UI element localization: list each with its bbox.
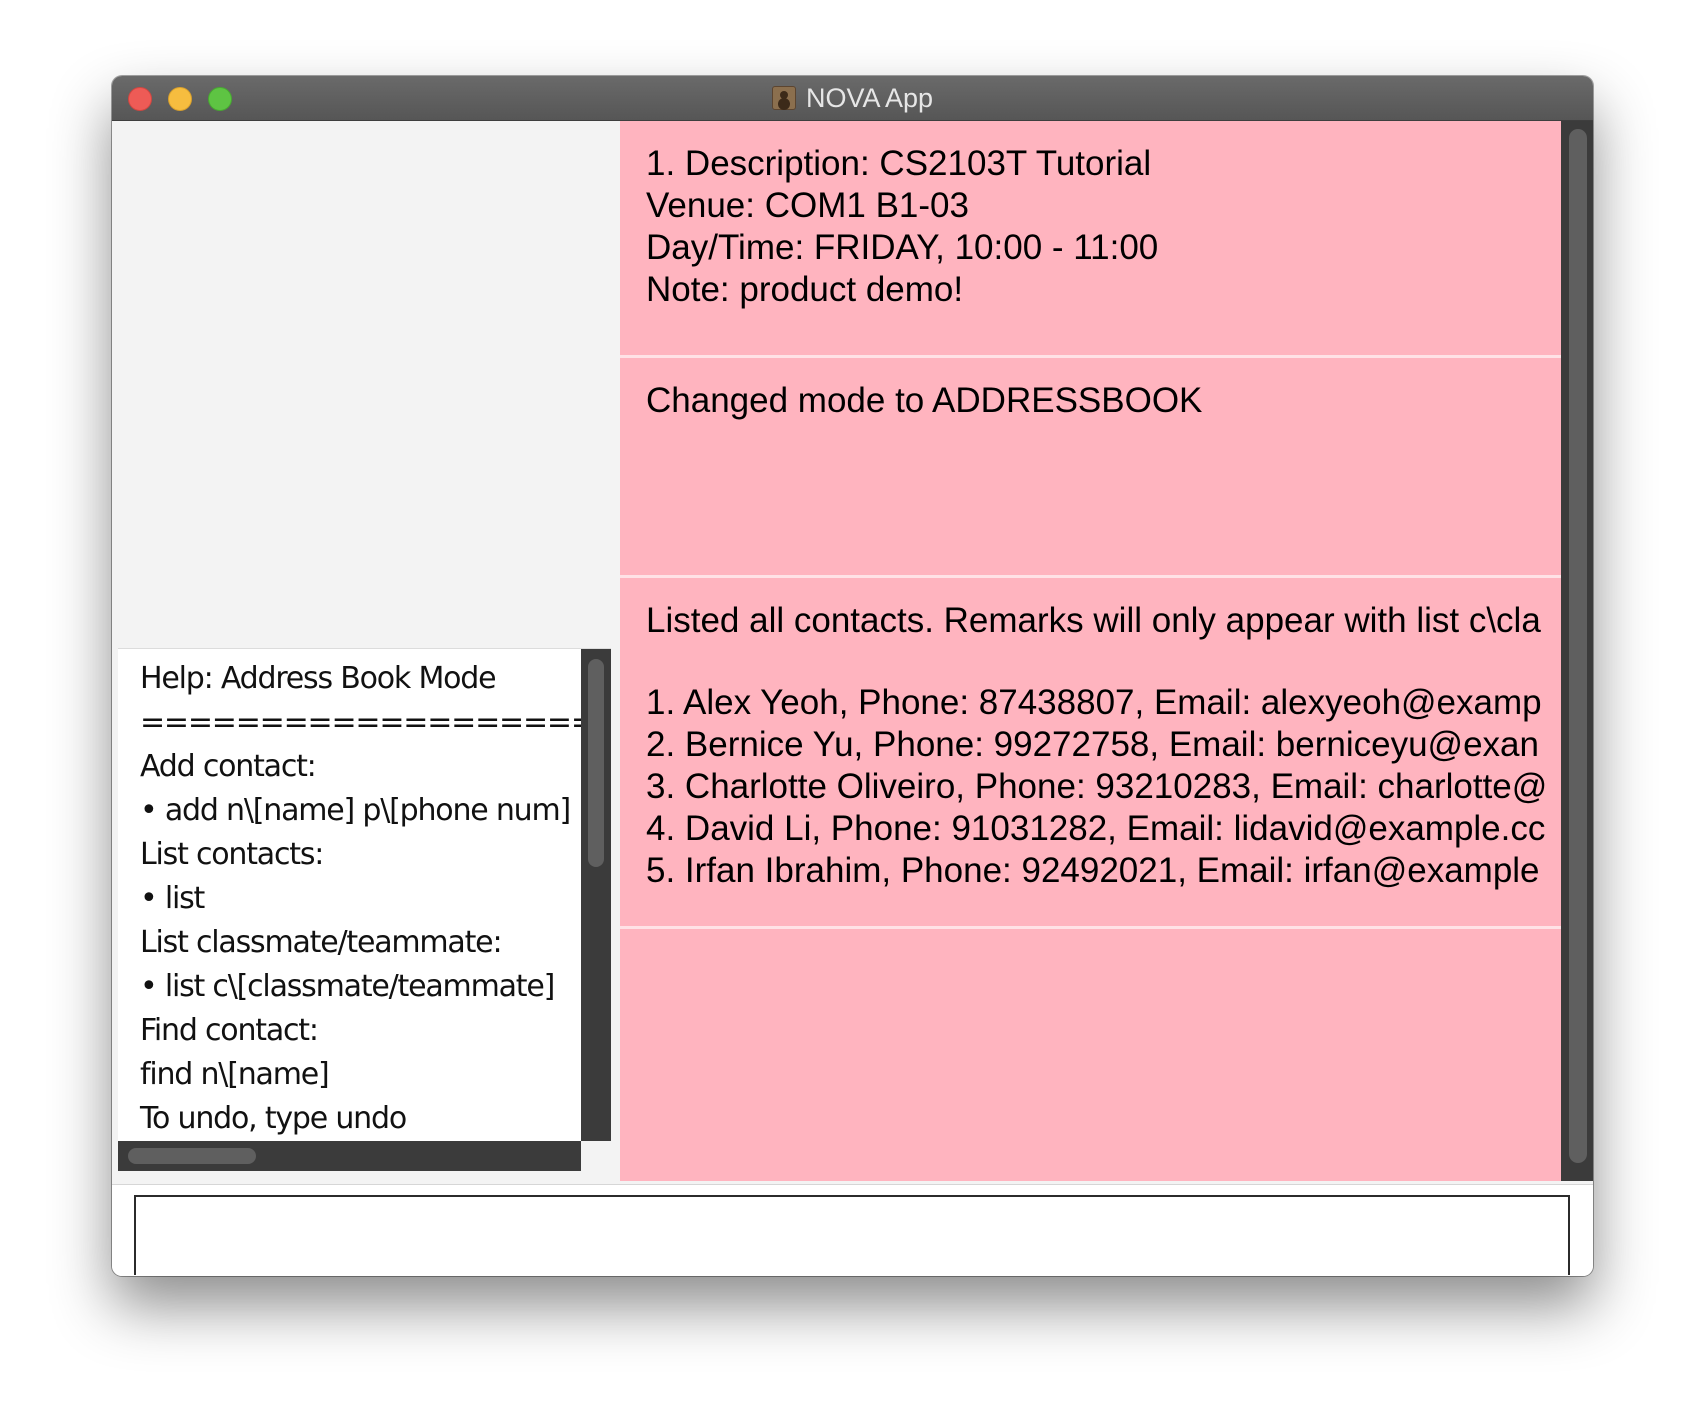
- event-day-time: Day/Time: FRIDAY, 10:00 - 11:00: [646, 228, 1159, 267]
- contact-entry: 4. David Li, Phone: 91031282, Email: lid…: [646, 809, 1546, 848]
- help-line: List contacts:: [140, 837, 324, 872]
- title-bar: NOVA App: [112, 76, 1593, 121]
- result-card-event[interactable]: 1. Description: CS2103T Tutorial Venue: …: [620, 121, 1565, 358]
- help-line: Find contact:: [140, 1013, 319, 1048]
- help-line: List classmate/teammate:: [140, 925, 503, 960]
- help-line: Add contact:: [140, 749, 317, 784]
- result-card-text: Changed mode to ADDRESSBOOK: [646, 380, 1202, 422]
- result-card-empty[interactable]: [620, 929, 1565, 1181]
- help-line: To undo, type undo: [140, 1101, 407, 1136]
- help-divider: ===================: [140, 705, 596, 740]
- contact-entry: 3. Charlotte Oliveiro, Phone: 93210283, …: [646, 767, 1548, 806]
- window-title: NOVA App: [805, 82, 934, 113]
- window-title-group: NOVA App: [112, 76, 1593, 120]
- help-line: • add n\[name] p\[phone num]: [140, 793, 571, 828]
- help-horizontal-scroll-thumb[interactable]: [128, 1148, 256, 1164]
- mode-change-message: Changed mode to ADDRESSBOOK: [646, 381, 1203, 420]
- contact-entry: 5. Irfan Ibrahim, Phone: 92492021, Email…: [646, 851, 1540, 890]
- help-line: • list: [140, 881, 205, 916]
- result-card-text: 1. Description: CS2103T Tutorial Venue: …: [646, 143, 1158, 311]
- event-description: 1. Description: CS2103T Tutorial: [646, 144, 1152, 183]
- left-empty-panel: [112, 121, 617, 641]
- contact-entry: 2. Bernice Yu, Phone: 99272758, Email: b…: [646, 725, 1539, 764]
- result-card-text: Listed all contacts. Remarks will only a…: [646, 600, 1547, 892]
- result-list-panel[interactable]: 1. Description: CS2103T Tutorial Venue: …: [620, 121, 1593, 1181]
- help-line: • list c\[classmate/teammate]: [140, 969, 555, 1004]
- help-title: Help: Address Book Mode: [140, 661, 497, 696]
- list-message: Listed all contacts. Remarks will only a…: [646, 601, 1541, 640]
- help-vertical-scroll-thumb[interactable]: [588, 659, 604, 867]
- results-vertical-scrollbar[interactable]: [1561, 121, 1593, 1181]
- help-line: find n\[name]: [140, 1057, 330, 1092]
- command-box-area: [112, 1184, 1593, 1276]
- result-card-contacts[interactable]: Listed all contacts. Remarks will only a…: [620, 578, 1565, 929]
- event-note: Note: product demo!: [646, 270, 964, 309]
- result-card-mode[interactable]: Changed mode to ADDRESSBOOK: [620, 358, 1565, 578]
- help-panel[interactable]: Help: Address Book Mode ================…: [118, 648, 611, 1171]
- help-vertical-scrollbar[interactable]: [581, 649, 611, 1141]
- scrollbar-corner: [581, 1141, 611, 1171]
- contacts-app-icon: [771, 86, 796, 110]
- results-vertical-scroll-thumb[interactable]: [1569, 129, 1587, 1163]
- command-input[interactable]: [134, 1195, 1570, 1275]
- event-venue: Venue: COM1 B1-03: [646, 186, 969, 225]
- contact-entry: 1. Alex Yeoh, Phone: 87438807, Email: al…: [646, 683, 1542, 722]
- app-window: NOVA App Help: Address Book Mode =======…: [112, 76, 1593, 1276]
- help-horizontal-scrollbar[interactable]: [118, 1141, 588, 1171]
- help-text: Help: Address Book Mode ================…: [140, 657, 596, 1141]
